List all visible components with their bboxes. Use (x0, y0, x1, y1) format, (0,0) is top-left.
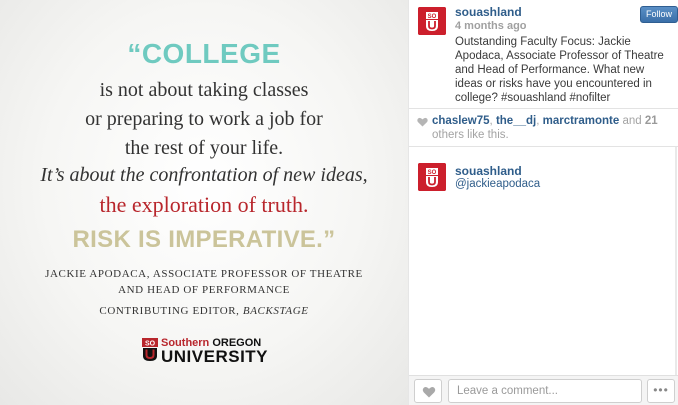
quote-line-5: the exploration of truth. (99, 192, 309, 217)
quote-line-2: or preparing to work a job for (85, 108, 323, 130)
post-sidebar: SO souashland 4 months ago Follow Outsta… (408, 0, 678, 405)
quote-line-1: is not about taking classes (99, 79, 309, 101)
comments-list[interactable]: SO souashland @jackieapodaca (409, 147, 677, 375)
quote-risk: RISK IS IMPERATIVE.” (72, 226, 336, 253)
comment-bar: ••• (409, 375, 678, 405)
like-button[interactable] (414, 379, 442, 403)
attribution-publication: BACKSTAGE (242, 305, 309, 317)
more-options-button[interactable]: ••• (647, 379, 675, 403)
avatar[interactable]: SO (418, 163, 446, 191)
attribution-line-2: AND HEAD OF PERFORMANCE (118, 284, 290, 296)
attribution-line-3: CONTRIBUTING EDITOR, BACKSTAGE (0, 305, 408, 317)
divider (409, 108, 678, 109)
quote-line-4: It’s about the confrontation of new idea… (40, 164, 368, 186)
attribution-line-1: JACKIE APODACA, ASSOCIATE PROFESSOR OF T… (45, 268, 363, 280)
svg-text:SO: SO (428, 170, 437, 176)
svg-text:SO: SO (428, 14, 437, 20)
svg-text:SO: SO (145, 341, 156, 348)
post-timestamp: 4 months ago (455, 20, 527, 32)
liker-link[interactable]: the__dj (496, 115, 536, 127)
likes-summary: chaslew75, the__dj, marctramonte and 21 … (417, 114, 675, 142)
sou-avatar-icon: SO (418, 7, 446, 35)
post-caption: Outstanding Faculty Focus: Jackie Apodac… (455, 36, 664, 104)
comment-text[interactable]: @jackieapodaca (455, 178, 540, 190)
avatar[interactable]: SO (418, 7, 446, 35)
quote-line-3: the rest of your life. (124, 137, 284, 159)
post-username[interactable]: souashland (455, 5, 522, 19)
comment-input[interactable] (448, 379, 642, 403)
heart-icon (417, 117, 428, 127)
follow-button[interactable]: Follow (640, 6, 678, 23)
liker-link[interactable]: chaslew75 (432, 115, 490, 127)
sou-avatar-icon: SO (418, 163, 446, 191)
likes-count[interactable]: 21 (645, 115, 658, 127)
university-logo: SO Southern OREGON UNIVERSITY (142, 336, 292, 366)
logo-text-bottom: UNIVERSITY (161, 347, 269, 366)
post-image: “COLLEGE is not about taking classes or … (0, 0, 408, 405)
heart-icon (422, 387, 436, 398)
quote-college: “COLLEGE (127, 38, 281, 69)
more-options-icon: ••• (653, 383, 669, 397)
comment-username[interactable]: souashland (455, 164, 522, 178)
liker-link[interactable]: marctramonte (543, 115, 620, 127)
university-shield-icon: SO (142, 338, 158, 361)
attribution-prefix: CONTRIBUTING EDITOR, (99, 305, 243, 317)
